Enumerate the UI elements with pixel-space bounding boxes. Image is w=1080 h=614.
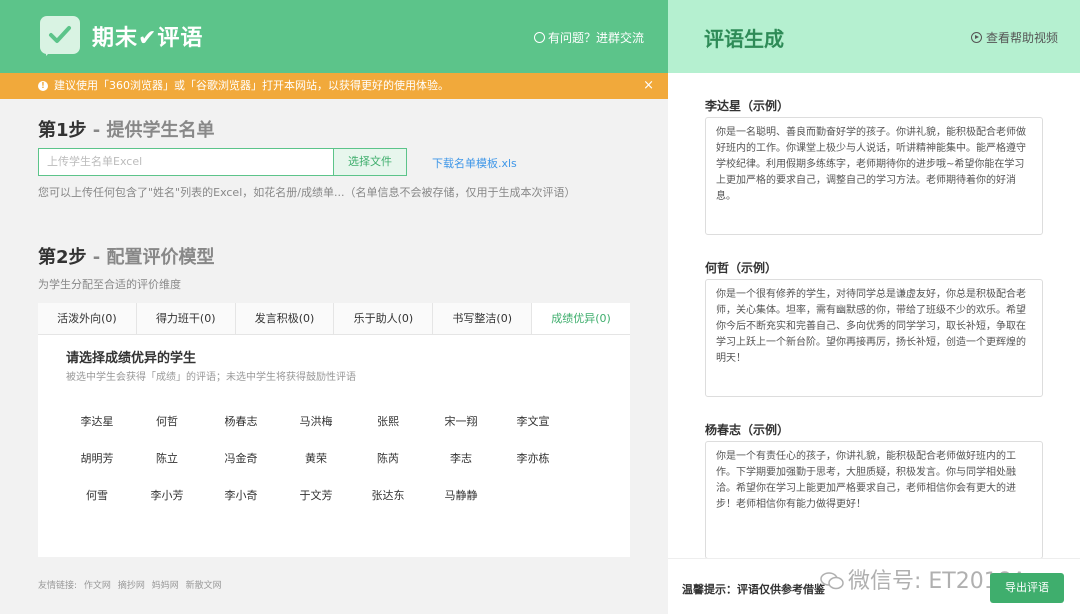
banner-text: 建议使用「360浏览器」或「谷歌浏览器」打开本网站，以获得更好的使用体验。 <box>54 79 449 92</box>
upload-file-input[interactable]: 上传学生名单Excel <box>38 148 334 176</box>
comment-textarea[interactable]: 你是一名聪明、善良而勤奋好学的孩子。你讲礼貌，能积极配合老师做好班内的工作。你课… <box>705 117 1043 235</box>
student-item[interactable]: 黄荣 <box>281 450 351 466</box>
tab-active-speaking[interactable]: 发言积极(0) <box>235 303 335 334</box>
step1-title: 第1步 - 提供学生名单 <box>38 120 215 141</box>
student-item[interactable]: 李达星 <box>62 413 132 429</box>
student-item[interactable]: 陈芮 <box>353 450 423 466</box>
tab-lively[interactable]: 活泼外向(0) <box>38 303 137 334</box>
student-item[interactable]: 杨春志 <box>206 413 276 429</box>
sample-student-name: 李达星（示例） <box>705 99 790 113</box>
comment-textarea[interactable]: 你是一个有责任心的孩子，你讲礼貌，能积极配合老师做好班内的工作。下学期要加强勤于… <box>705 441 1043 559</box>
left-panel: 期末✔评语 有问题？进群交流 ! 建议使用「360浏览器」或「谷歌浏览器」打开本… <box>0 0 668 614</box>
tab-helpful[interactable]: 乐于助人(0) <box>334 303 434 334</box>
tab-neat-writing[interactable]: 书写整洁(0) <box>433 303 533 334</box>
warning-icon: ! <box>38 81 48 91</box>
tab-class-cadre[interactable]: 得力班干(0) <box>136 303 236 334</box>
right-panel: 评语生成 查看帮助视频 李达星（示例） 你是一名聪明、善良而勤奋好学的孩子。你讲… <box>668 0 1080 614</box>
student-item[interactable]: 马洪梅 <box>281 413 351 429</box>
student-item[interactable]: 马静静 <box>426 487 496 503</box>
result-footer: 温馨提示：评语仅供参考借鉴 微信号: ET2018A 导出评语 <box>668 558 1080 614</box>
friend-link[interactable]: 摘抄网 <box>118 581 145 591</box>
step2-title: 第2步 - 配置评价模型 <box>38 247 215 268</box>
student-item[interactable]: 李志 <box>426 450 496 466</box>
headset-icon <box>533 32 545 43</box>
sample-student-name: 杨春志（示例） <box>705 423 790 437</box>
play-icon <box>970 32 982 43</box>
join-group-link[interactable]: 有问题？进群交流 <box>533 29 644 46</box>
wechat-icon <box>820 572 844 590</box>
comment-textarea[interactable]: 你是一个很有修养的学生，对待同学总是谦虚友好，你总是积极配合老师，关心集体。坦率… <box>705 279 1043 397</box>
student-item[interactable]: 李亦栋 <box>498 450 568 466</box>
panel-title: 请选择成绩优异的学生 <box>66 351 197 366</box>
student-item[interactable]: 陈立 <box>132 450 202 466</box>
help-video-link[interactable]: 查看帮助视频 <box>970 29 1058 46</box>
dimension-tabs: 活泼外向(0) 得力班干(0) 发言积极(0) 乐于助人(0) 书写整洁(0) … <box>38 303 630 335</box>
tab-excellent-grades[interactable]: 成绩优异(0) <box>532 303 630 334</box>
result-title: 评语生成 <box>704 27 784 51</box>
friend-links: 友情链接: 作文网 摘抄网 妈妈网 新散文网 <box>38 581 222 591</box>
student-item[interactable]: 张熙 <box>353 413 423 429</box>
student-item[interactable]: 何哲 <box>132 413 202 429</box>
student-item[interactable]: 张达东 <box>353 487 423 503</box>
student-item[interactable]: 冯金奇 <box>206 450 276 466</box>
brand-title: 期末✔评语 <box>92 26 204 51</box>
browser-warning-banner: ! 建议使用「360浏览器」或「谷歌浏览器」打开本网站，以获得更好的使用体验。 … <box>0 73 668 99</box>
student-item[interactable]: 李小奇 <box>206 487 276 503</box>
evaluation-model-card: 活泼外向(0) 得力班干(0) 发言积极(0) 乐于助人(0) 书写整洁(0) … <box>38 303 630 557</box>
friend-link[interactable]: 妈妈网 <box>152 581 179 591</box>
student-item[interactable]: 何雪 <box>62 487 132 503</box>
top-header: 期末✔评语 有问题？进群交流 <box>0 0 668 73</box>
result-header: 评语生成 查看帮助视频 <box>668 0 1080 73</box>
student-item[interactable]: 胡明芳 <box>62 450 132 466</box>
step2-hint: 为学生分配至合适的评价维度 <box>38 278 181 291</box>
step1-hint: 您可以上传任何包含了"姓名"列表的Excel，如花名册/成绩单...（名单信息不… <box>38 186 576 199</box>
choose-file-button[interactable]: 选择文件 <box>333 148 407 176</box>
student-item[interactable]: 于文芳 <box>281 487 351 503</box>
banner-close-icon[interactable]: × <box>643 73 654 99</box>
friend-link[interactable]: 新散文网 <box>186 581 222 591</box>
download-template-link[interactable]: 下载名单模板.xls <box>432 155 517 171</box>
student-item[interactable]: 李文宣 <box>498 413 568 429</box>
tip-text: 温馨提示：评语仅供参考借鉴 <box>682 583 825 596</box>
panel-subtitle: 被选中学生会获得「成绩」的评语；未选中学生将获得鼓励性评语 <box>66 372 356 383</box>
student-item[interactable]: 宋一翔 <box>426 413 496 429</box>
friend-link[interactable]: 作文网 <box>84 581 111 591</box>
student-item[interactable]: 李小芳 <box>132 487 202 503</box>
sample-student-name: 何哲（示例） <box>705 261 778 275</box>
export-comments-button[interactable]: 导出评语 <box>990 573 1064 603</box>
